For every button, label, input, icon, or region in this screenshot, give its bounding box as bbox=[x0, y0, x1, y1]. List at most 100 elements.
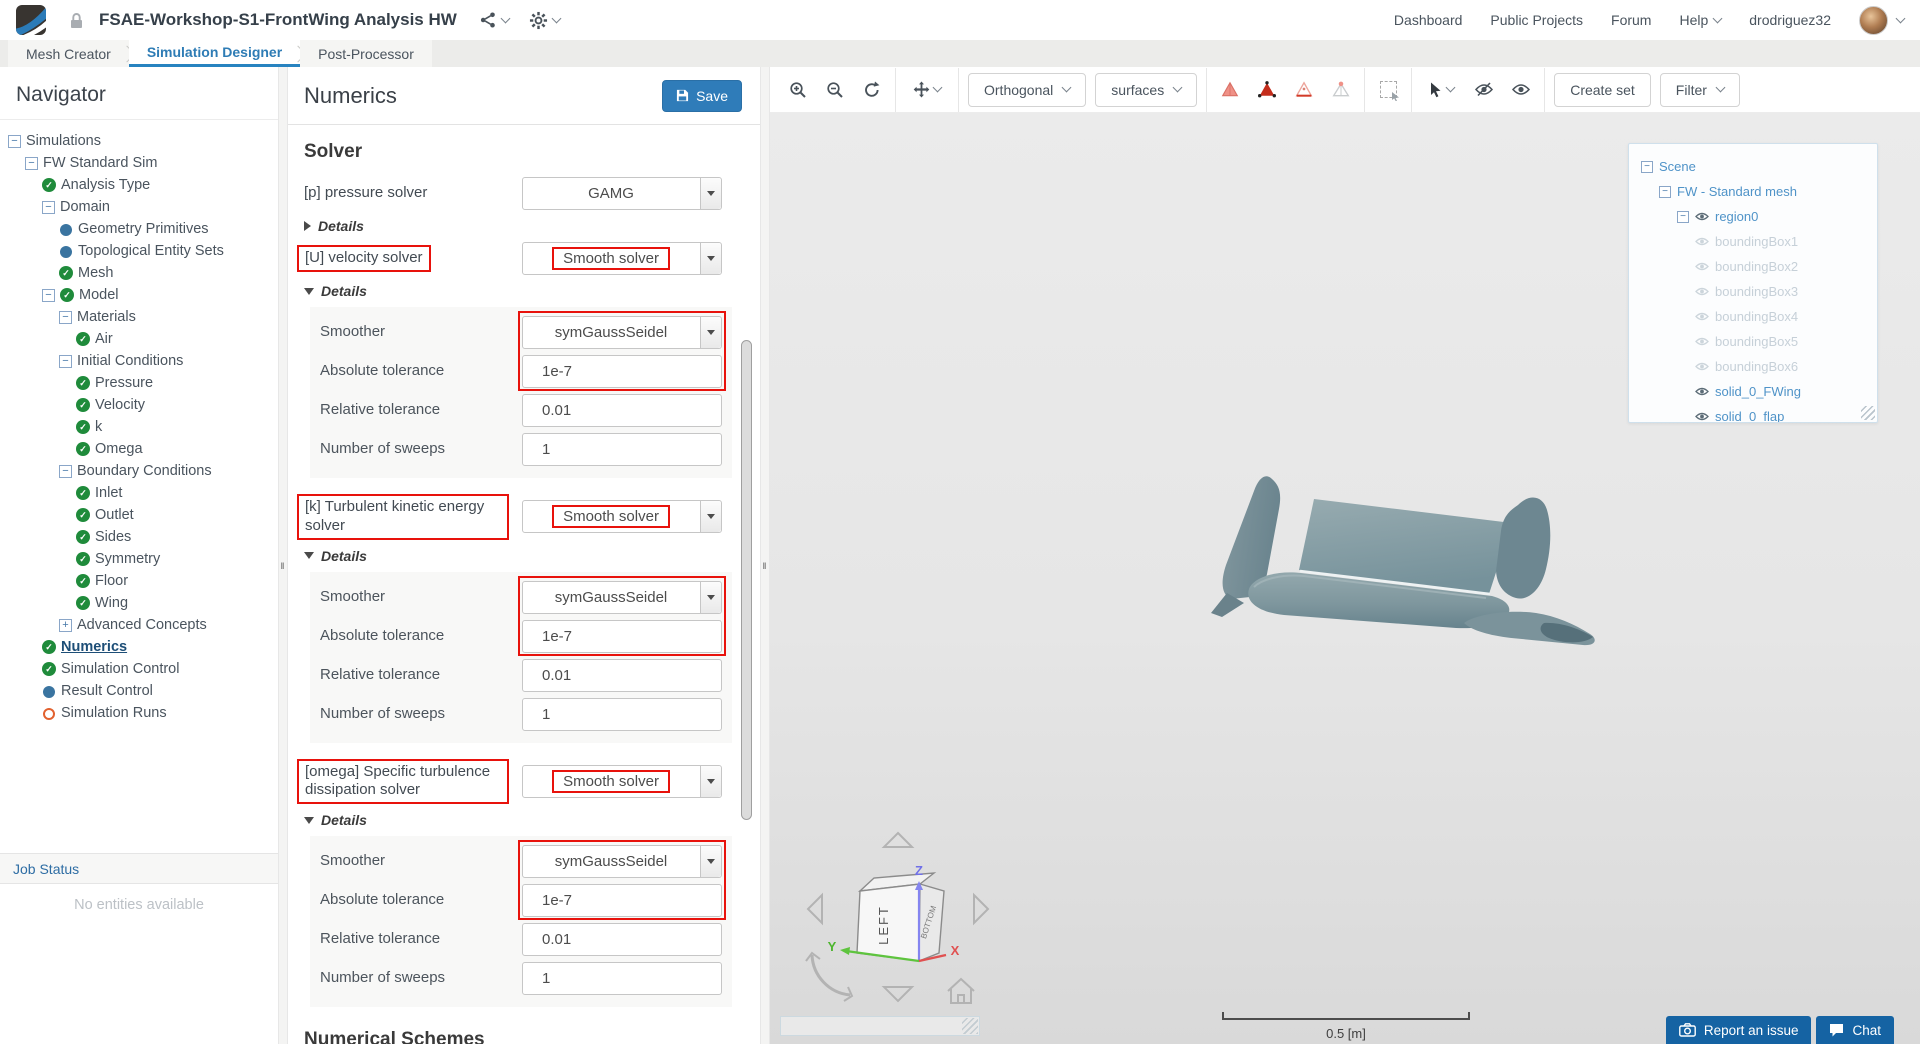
solver-select[interactable]: Smooth solver bbox=[522, 500, 722, 534]
splitter-grip[interactable]: ‖ bbox=[281, 561, 286, 571]
visibility-eye-icon[interactable] bbox=[1695, 311, 1709, 322]
scene-item-boundingbox5[interactable]: boundingBox5 bbox=[1635, 329, 1871, 354]
create-set-button[interactable]: Create set bbox=[1554, 72, 1651, 107]
tree-item-simulation-runs[interactable]: Simulation Runs bbox=[0, 702, 278, 724]
collapse-icon[interactable]: − bbox=[8, 134, 21, 148]
relative-tolerance-input[interactable]: 0.01 bbox=[522, 658, 722, 692]
collapse-icon[interactable]: − bbox=[1659, 185, 1671, 198]
visibility-eye-icon[interactable] bbox=[1695, 411, 1709, 422]
panel-scrollbar[interactable] bbox=[741, 195, 753, 1038]
share-button[interactable] bbox=[479, 11, 511, 29]
tree-item-topological-entity-sets[interactable]: Topological Entity Sets bbox=[0, 240, 278, 262]
scrollbar-thumb[interactable] bbox=[741, 340, 752, 820]
relative-tolerance-input[interactable]: 0.01 bbox=[522, 923, 722, 956]
details-toggle[interactable]: Details bbox=[304, 283, 722, 299]
tree-item-simulations[interactable]: − Simulations bbox=[0, 130, 278, 152]
collapse-icon[interactable]: − bbox=[1641, 160, 1653, 173]
tab-post-processor[interactable]: Post-Processor bbox=[300, 40, 432, 67]
username-label[interactable]: drodriguez32 bbox=[1749, 12, 1831, 28]
collapse-icon[interactable]: − bbox=[59, 354, 72, 368]
simscale-logo-icon[interactable] bbox=[16, 5, 46, 35]
collapse-icon[interactable]: − bbox=[59, 464, 72, 478]
pan-mode-button[interactable] bbox=[905, 74, 949, 106]
pointer-mode-button[interactable] bbox=[1421, 74, 1461, 106]
solver-select[interactable]: GAMG bbox=[522, 177, 722, 210]
scene-item-fw-standard-mesh[interactable]: − FW - Standard mesh bbox=[1635, 179, 1871, 204]
select-volumes-button[interactable] bbox=[1216, 74, 1244, 106]
rotate-left-arrow[interactable] bbox=[806, 892, 823, 926]
home-view-button[interactable] bbox=[947, 977, 975, 1004]
scene-item-solid-0-flap[interactable]: solid_0_flap bbox=[1635, 404, 1871, 422]
select-faces-button[interactable] bbox=[1253, 74, 1281, 106]
tree-item-materials[interactable]: − Materials bbox=[0, 306, 278, 328]
scene-item-label[interactable]: boundingBox6 bbox=[1715, 359, 1798, 374]
user-menu[interactable] bbox=[1859, 5, 1906, 35]
nav-link-dashboard[interactable]: Dashboard bbox=[1394, 12, 1463, 28]
tab-simulation-designer[interactable]: Simulation Designer bbox=[128, 40, 301, 67]
visibility-eye-icon[interactable] bbox=[1695, 336, 1709, 347]
help-menu[interactable]: Help bbox=[1679, 12, 1723, 28]
visibility-eye-icon[interactable] bbox=[1695, 211, 1709, 222]
show-selection-button[interactable] bbox=[1507, 74, 1535, 106]
collapse-icon[interactable]: − bbox=[25, 156, 38, 170]
select-edges-button[interactable] bbox=[1290, 74, 1318, 106]
nav-link-public-projects[interactable]: Public Projects bbox=[1490, 12, 1583, 28]
tree-item-k[interactable]: ✓ k bbox=[0, 416, 278, 438]
tree-item-fw-standard-sim[interactable]: − FW Standard Sim bbox=[0, 152, 278, 174]
select-caret-icon[interactable] bbox=[700, 765, 721, 797]
job-status-header[interactable]: Job Status bbox=[0, 853, 278, 884]
number-of-sweeps-input[interactable]: 1 bbox=[522, 962, 722, 995]
smoother-select[interactable]: symGaussSeidel bbox=[522, 316, 722, 349]
absolute-tolerance-input[interactable]: 1e-7 bbox=[522, 355, 722, 388]
tree-item-initial-conditions[interactable]: − Initial Conditions bbox=[0, 350, 278, 372]
tab-mesh-creator[interactable]: Mesh Creator bbox=[8, 40, 129, 67]
scene-item-boundingbox3[interactable]: boundingBox3 bbox=[1635, 279, 1871, 304]
scene-item-label[interactable]: boundingBox1 bbox=[1715, 234, 1798, 249]
viewport-status-strip[interactable] bbox=[780, 1016, 980, 1036]
select-caret-icon[interactable] bbox=[700, 178, 721, 209]
tree-item-pressure[interactable]: ✓ Pressure bbox=[0, 372, 278, 394]
scene-item-label[interactable]: boundingBox5 bbox=[1715, 334, 1798, 349]
tree-item-analysis-type[interactable]: ✓ Analysis Type bbox=[0, 174, 278, 196]
tree-item-simulation-control[interactable]: ✓ Simulation Control bbox=[0, 658, 278, 680]
tree-item-velocity[interactable]: ✓ Velocity bbox=[0, 394, 278, 416]
number-of-sweeps-input[interactable]: 1 bbox=[522, 433, 722, 466]
smoother-select[interactable]: symGaussSeidel bbox=[522, 580, 722, 614]
scene-item-solid-0-fwing[interactable]: solid_0_FWing bbox=[1635, 379, 1871, 404]
visibility-eye-icon[interactable] bbox=[1695, 386, 1709, 397]
tree-item-wing[interactable]: ✓ Wing bbox=[0, 592, 278, 614]
expand-icon[interactable]: + bbox=[59, 618, 72, 632]
nav-link-forum[interactable]: Forum bbox=[1611, 12, 1651, 28]
select-caret-icon[interactable] bbox=[700, 846, 721, 877]
absolute-tolerance-input[interactable]: 1e-7 bbox=[522, 884, 722, 917]
collapse-icon[interactable]: − bbox=[42, 288, 55, 302]
scene-item-label[interactable]: region0 bbox=[1715, 209, 1758, 224]
collapse-icon[interactable]: − bbox=[1677, 210, 1689, 223]
save-button[interactable]: Save bbox=[662, 79, 742, 112]
relative-tolerance-input[interactable]: 0.01 bbox=[522, 394, 722, 427]
settings-button[interactable] bbox=[529, 11, 562, 30]
solver-select[interactable]: Smooth solver bbox=[522, 764, 722, 798]
splitter-navigator-panel[interactable]: ‖ bbox=[278, 67, 288, 1044]
scene-item-label[interactable]: boundingBox3 bbox=[1715, 284, 1798, 299]
tree-item-domain[interactable]: − Domain bbox=[0, 196, 278, 218]
box-select-button[interactable] bbox=[1374, 74, 1402, 106]
tree-item-mesh[interactable]: ✓ Mesh bbox=[0, 262, 278, 284]
scene-item-label[interactable]: solid_0_flap bbox=[1715, 409, 1784, 422]
select-nodes-button[interactable] bbox=[1327, 74, 1355, 106]
scene-item-label[interactable]: FW - Standard mesh bbox=[1677, 184, 1797, 199]
viewport-canvas[interactable]: − Scene − FW - Standard mesh − region0 boundin… bbox=[770, 113, 1920, 1044]
select-caret-icon[interactable] bbox=[700, 317, 721, 348]
tree-item-symmetry[interactable]: ✓ Symmetry bbox=[0, 548, 278, 570]
avatar[interactable] bbox=[1859, 5, 1888, 35]
tree-item-sides[interactable]: ✓ Sides bbox=[0, 526, 278, 548]
scene-item-scene[interactable]: − Scene bbox=[1635, 154, 1871, 179]
orientation-cube[interactable]: LEFT BOTTOM Z Y X bbox=[798, 829, 998, 1014]
tree-item-numerics[interactable]: ✓ Numerics bbox=[0, 636, 278, 658]
zoom-out-button[interactable] bbox=[821, 74, 849, 106]
splitter-panel-viewport[interactable]: ‖ bbox=[760, 67, 770, 1044]
scene-item-boundingbox4[interactable]: boundingBox4 bbox=[1635, 304, 1871, 329]
tree-item-boundary-conditions[interactable]: − Boundary Conditions bbox=[0, 460, 278, 482]
details-toggle[interactable]: Details bbox=[304, 218, 722, 234]
select-caret-icon[interactable] bbox=[700, 243, 721, 274]
